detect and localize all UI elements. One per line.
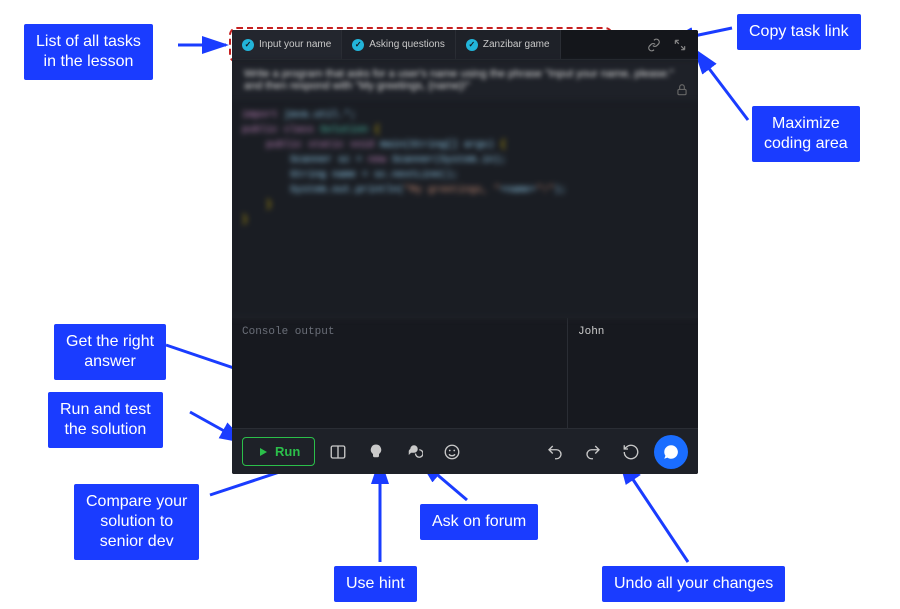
play-icon <box>257 446 269 458</box>
console-output-pane[interactable]: Console output <box>232 318 568 428</box>
tab-label: Input your name <box>259 39 331 50</box>
compare-button[interactable] <box>323 437 353 467</box>
link-icon[interactable] <box>646 37 662 53</box>
callout-ask-forum: Ask on forum <box>420 504 538 540</box>
console-input-value: John <box>578 326 604 338</box>
lightbulb-icon <box>367 443 385 461</box>
redo-button[interactable] <box>578 437 608 467</box>
check-icon: ✓ <box>242 39 254 51</box>
expand-icon[interactable] <box>672 37 688 53</box>
callout-run-test: Run and test the solution <box>48 392 163 448</box>
task-description-area: Write a program that asks for a user's n… <box>232 60 698 102</box>
undo-button[interactable] <box>540 437 570 467</box>
callout-use-hint: Use hint <box>334 566 417 602</box>
chat-bubbles-icon <box>405 443 423 461</box>
tab-label: Zanzibar game <box>483 39 550 50</box>
tab-input-your-name[interactable]: ✓ Input your name <box>232 30 342 59</box>
tab-label: Asking questions <box>369 39 445 50</box>
console-input-pane[interactable]: John <box>568 318 698 428</box>
callout-task-list: List of all tasks in the lesson <box>24 24 153 80</box>
callout-undo-all: Undo all your changes <box>602 566 785 602</box>
tabs-actions <box>636 37 698 53</box>
check-icon: ✓ <box>352 39 364 51</box>
ide-panel: ✓ Input your name ✓ Asking questions ✓ Z… <box>232 30 698 474</box>
support-chat-button[interactable] <box>654 435 688 469</box>
correct-answer-button[interactable] <box>437 437 467 467</box>
tab-asking-questions[interactable]: ✓ Asking questions <box>342 30 456 59</box>
run-label: Run <box>275 444 300 459</box>
console-output-label: Console output <box>242 326 334 338</box>
forum-button[interactable] <box>399 437 429 467</box>
code-editor[interactable]: import java.util.*; public class Solutio… <box>232 102 698 318</box>
columns-icon <box>329 443 347 461</box>
smiley-icon <box>443 443 461 461</box>
toolbar: Run <box>232 428 698 474</box>
console-row: Console output John <box>232 318 698 428</box>
task-description-text: Write a program that asks for a user's n… <box>232 60 698 102</box>
lock-icon <box>674 82 690 98</box>
redo-icon <box>584 443 602 461</box>
callout-compare: Compare your solution to senior dev <box>74 484 199 560</box>
stage: List of all tasks in the lesson Copy tas… <box>0 0 900 609</box>
chat-icon <box>662 443 680 461</box>
check-icon: ✓ <box>466 39 478 51</box>
callout-get-answer: Get the right answer <box>54 324 166 380</box>
run-button[interactable]: Run <box>242 437 315 466</box>
hint-button[interactable] <box>361 437 391 467</box>
tabs-row: ✓ Input your name ✓ Asking questions ✓ Z… <box>232 30 698 60</box>
reset-button[interactable] <box>616 437 646 467</box>
tab-zanzibar-game[interactable]: ✓ Zanzibar game <box>456 30 561 59</box>
refresh-icon <box>622 443 640 461</box>
undo-icon <box>546 443 564 461</box>
callout-maximize: Maximize coding area <box>752 106 860 162</box>
tabs-list: ✓ Input your name ✓ Asking questions ✓ Z… <box>232 30 636 59</box>
callout-copy-link: Copy task link <box>737 14 861 50</box>
